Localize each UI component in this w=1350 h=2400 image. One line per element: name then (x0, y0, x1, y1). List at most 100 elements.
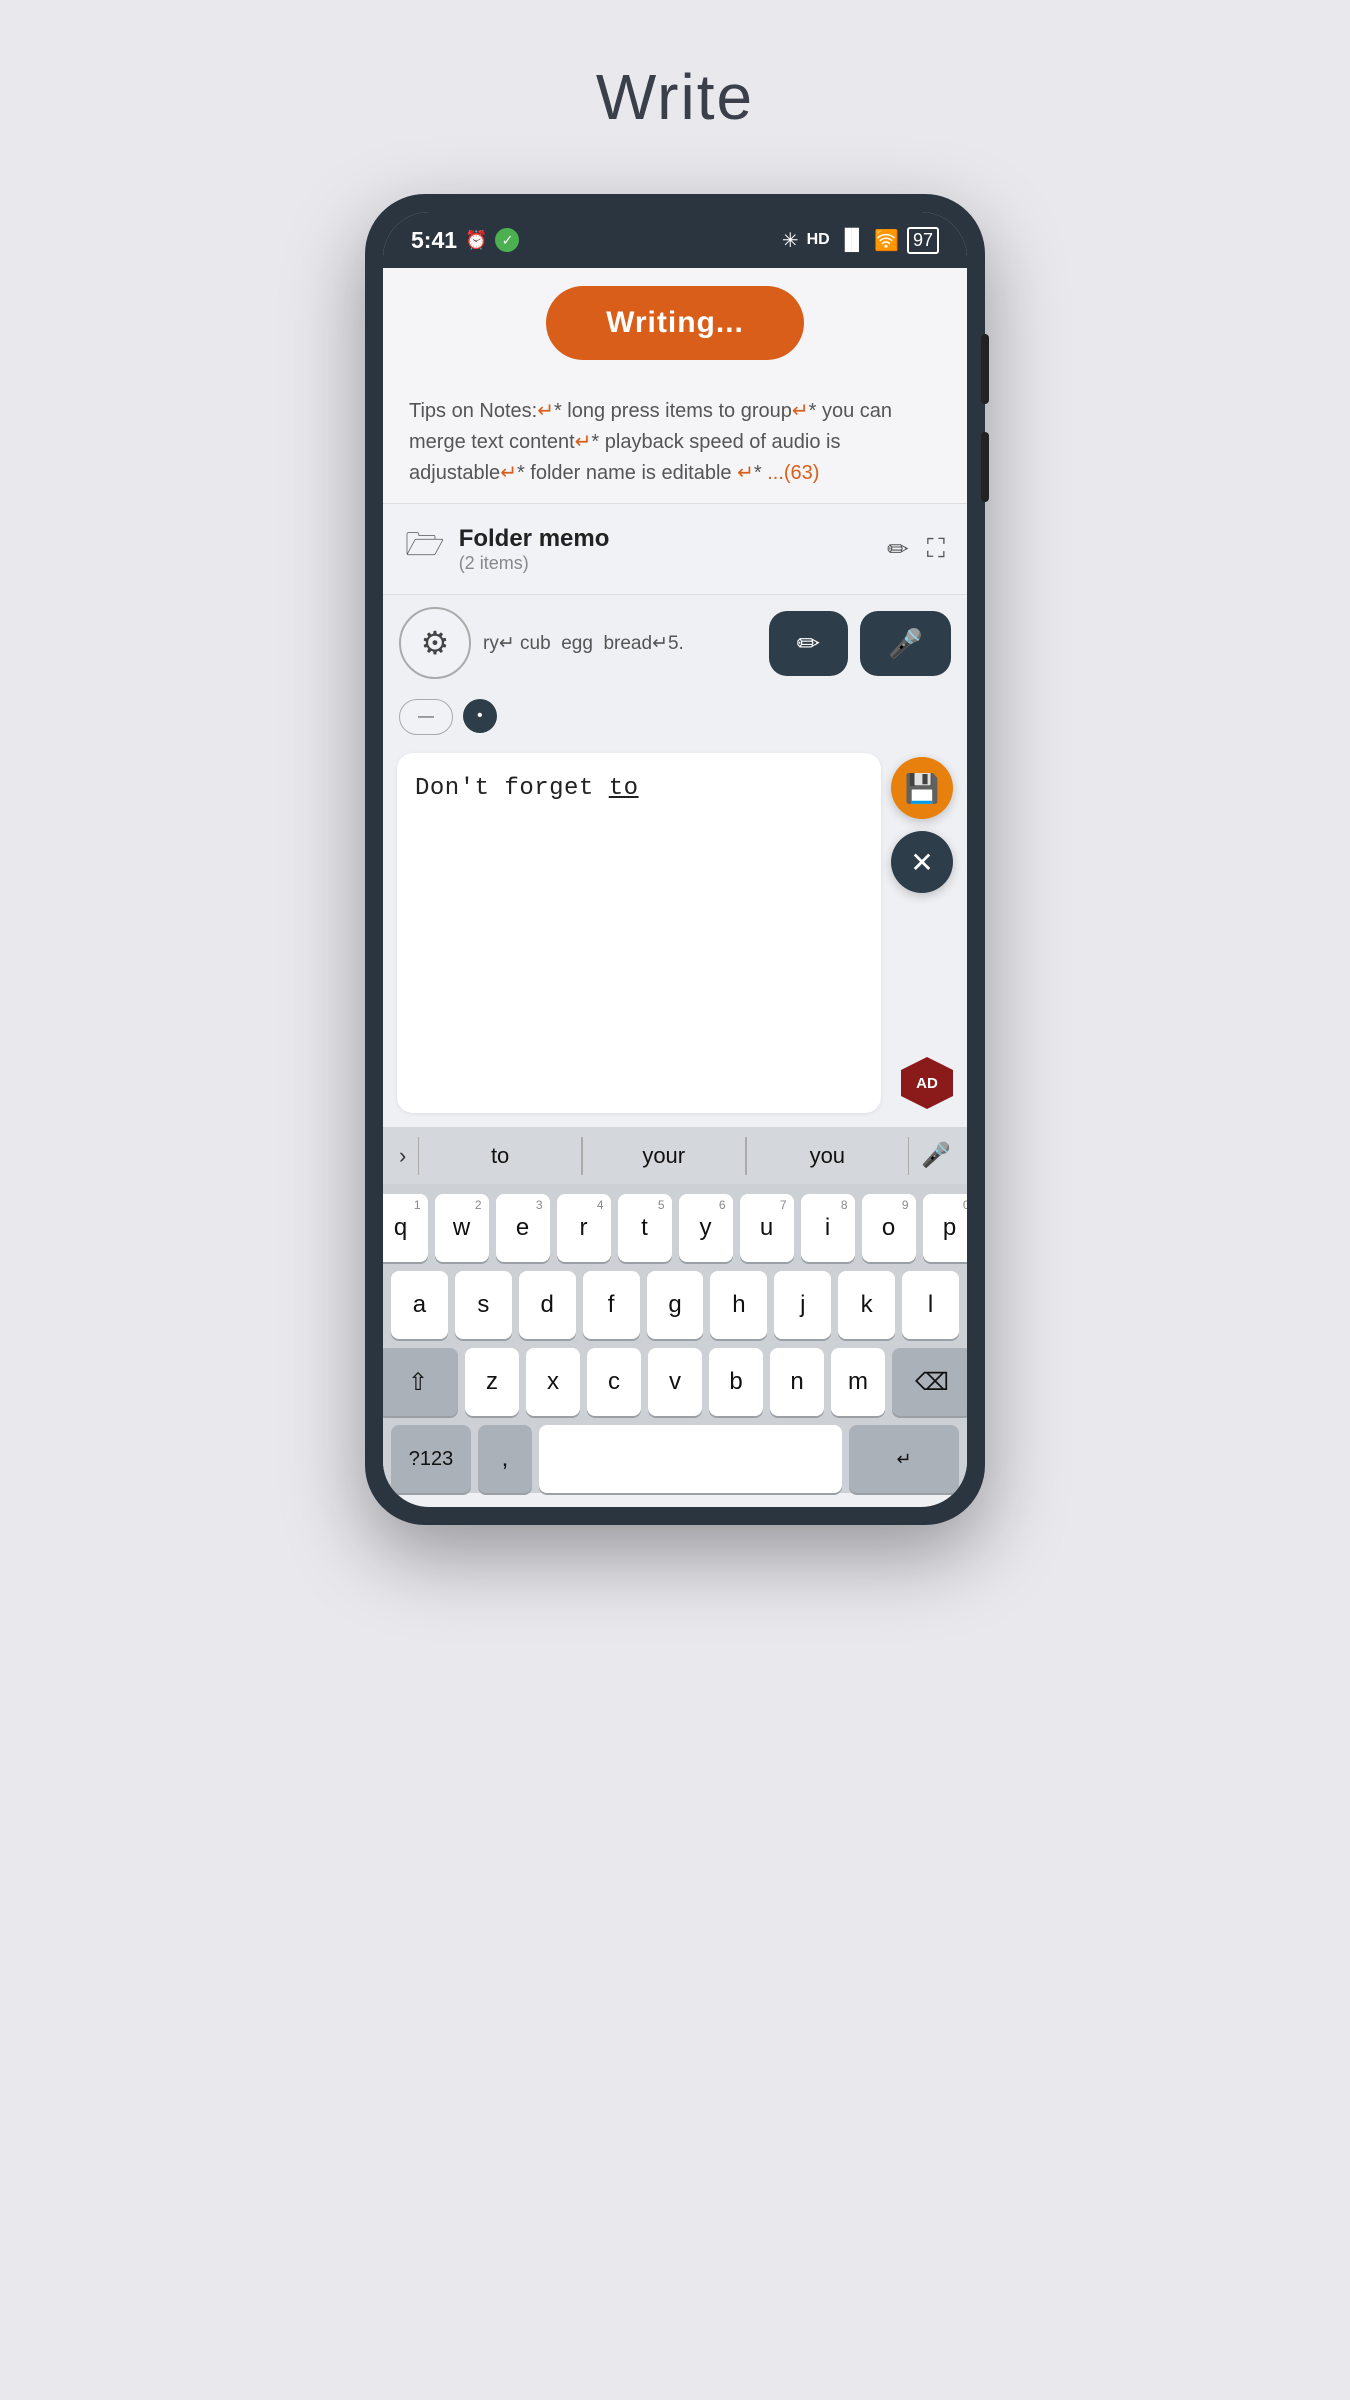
writing-banner: Writing... (383, 268, 967, 378)
note-content: Don't forget to (415, 775, 863, 802)
status-right: ✳ HD ▐▌ 🛜 97 (782, 227, 939, 254)
side-buttons (981, 334, 989, 502)
status-time: 5:41 (411, 227, 457, 254)
mini-dark-button[interactable]: • (463, 699, 497, 733)
mini-buttons: — • (399, 699, 497, 735)
folder-name: Folder memo (459, 525, 610, 553)
key-f[interactable]: f (583, 1271, 640, 1339)
key-d[interactable]: d (519, 1271, 576, 1339)
settings-button[interactable]: ⚙ (399, 607, 471, 679)
tips-return-2: ↵ (792, 400, 809, 422)
keyboard-row-1: 1q 2w 3e 4r 5t 6y 7u 8i 9o 0p (391, 1194, 959, 1262)
close-button[interactable]: ✕ (891, 831, 953, 893)
key-l[interactable]: l (902, 1271, 959, 1339)
suggestion-to[interactable]: to (418, 1137, 582, 1175)
toolbar-row: ⚙ ry↵ cub egg bread↵5. ✏ 🎤 (383, 595, 967, 691)
folder-info: Folder memo (2 items) (459, 525, 610, 574)
key-i[interactable]: 8i (801, 1194, 855, 1262)
keyboard-row-4: ?123 , ↵ (391, 1425, 959, 1493)
shift-key[interactable]: ⇧ (383, 1348, 458, 1416)
folder-left: 🗁 Folder memo (2 items) (405, 522, 609, 576)
folder-actions: ✏ ⛶ (887, 533, 945, 565)
keyboard-row-2: a s d f g h j k l (391, 1271, 959, 1339)
writing-button[interactable]: Writing... (546, 286, 804, 360)
key-p[interactable]: 0p (923, 1194, 968, 1262)
edit-folder-button[interactable]: ✏ (887, 533, 909, 565)
key-a[interactable]: a (391, 1271, 448, 1339)
suggestion-you[interactable]: you (746, 1137, 910, 1175)
tips-return-4: ↵ (500, 462, 517, 484)
suggestions-expand-button[interactable]: › (387, 1137, 418, 1175)
key-s[interactable]: s (455, 1271, 512, 1339)
android-icon: ✓ (495, 228, 519, 252)
key-x[interactable]: x (526, 1348, 580, 1416)
tips-return-3: ↵ (575, 431, 592, 453)
keyboard-row-3: ⇧ z x c v b n m ⌫ (391, 1348, 959, 1416)
tips-more[interactable]: ...(63) (767, 462, 819, 484)
symbols-key[interactable]: ?123 (391, 1425, 471, 1493)
fullscreen-button[interactable]: ⛶ (927, 533, 945, 565)
key-b[interactable]: b (709, 1348, 763, 1416)
key-v[interactable]: v (648, 1348, 702, 1416)
key-h[interactable]: h (710, 1271, 767, 1339)
page-title: Write (596, 60, 754, 134)
close-icon: ✕ (910, 846, 933, 879)
pencil-button[interactable]: ✏ (769, 611, 848, 676)
text-input-section: Don't forget to 💾 ✕ AD (383, 747, 967, 1127)
key-o[interactable]: 9o (862, 1194, 916, 1262)
comma-key[interactable]: , (478, 1425, 532, 1493)
key-q[interactable]: 1q (383, 1194, 428, 1262)
fab-buttons: 💾 ✕ (891, 753, 953, 893)
space-key[interactable] (539, 1425, 842, 1493)
key-z[interactable]: z (465, 1348, 519, 1416)
folder-count: (2 items) (459, 553, 610, 574)
key-t[interactable]: 5t (618, 1194, 672, 1262)
key-u[interactable]: 7u (740, 1194, 794, 1262)
key-j[interactable]: j (774, 1271, 831, 1339)
ad-badge: AD (901, 1057, 953, 1109)
alarm-icon: ⏰ (465, 230, 487, 251)
tips-label: Tips on Notes: (409, 400, 537, 422)
keyboard-suggestions: › to your you 🎤 (383, 1127, 967, 1184)
wifi-icon: 🛜 (874, 228, 899, 253)
status-bar: 5:41 ⏰ ✓ ✳ HD ▐▌ 🛜 97 (383, 212, 967, 268)
key-m[interactable]: m (831, 1348, 885, 1416)
page-wrapper: Write 5:41 ⏰ ✓ ✳ HD ▐▌ 🛜 97 (0, 0, 1350, 2400)
key-w[interactable]: 2w (435, 1194, 489, 1262)
mic-button[interactable]: 🎤 (860, 611, 951, 676)
backspace-key[interactable]: ⌫ (892, 1348, 967, 1416)
battery-level: 97 (913, 230, 933, 251)
return-key[interactable]: ↵ (849, 1425, 959, 1493)
folder-icon: 🗁 (405, 522, 445, 576)
key-e[interactable]: 3e (496, 1194, 550, 1262)
key-g[interactable]: g (647, 1271, 704, 1339)
key-y[interactable]: 6y (679, 1194, 733, 1262)
phone-screen: 5:41 ⏰ ✓ ✳ HD ▐▌ 🛜 97 Writing... (383, 212, 967, 1507)
gear-icon: ⚙ (421, 624, 450, 662)
key-r[interactable]: 4r (557, 1194, 611, 1262)
hd-badge: HD (807, 231, 830, 249)
key-c[interactable]: c (587, 1348, 641, 1416)
volume-up-button[interactable] (981, 334, 989, 404)
tips-return-1: ↵ (537, 400, 554, 422)
note-area-row: — • (383, 691, 967, 747)
save-icon: 💾 (905, 772, 940, 805)
voice-input-button[interactable]: 🎤 (909, 1135, 963, 1176)
save-button[interactable]: 💾 (891, 757, 953, 819)
note-preview-text: ry↵ cub egg bread↵5. (483, 632, 757, 655)
key-k[interactable]: k (838, 1271, 895, 1339)
underlined-word: to (609, 775, 639, 802)
mini-outline-button[interactable]: — (399, 699, 453, 735)
key-n[interactable]: n (770, 1348, 824, 1416)
phone-shell: 5:41 ⏰ ✓ ✳ HD ▐▌ 🛜 97 Writing... (365, 194, 985, 1525)
suggestion-your[interactable]: your (582, 1137, 746, 1175)
tips-text: Tips on Notes:↵* long press items to gro… (409, 396, 941, 489)
keyboard: 1q 2w 3e 4r 5t 6y 7u 8i 9o 0p a s d f (383, 1184, 967, 1493)
signal-icon: ▐▌ (838, 229, 866, 252)
battery-indicator: 97 (907, 227, 939, 254)
status-left: 5:41 ⏰ ✓ (411, 227, 519, 254)
tips-section: Tips on Notes:↵* long press items to gro… (383, 378, 967, 504)
note-textarea[interactable]: Don't forget to (397, 753, 881, 1113)
ad-label: AD (916, 1075, 938, 1092)
volume-down-button[interactable] (981, 432, 989, 502)
